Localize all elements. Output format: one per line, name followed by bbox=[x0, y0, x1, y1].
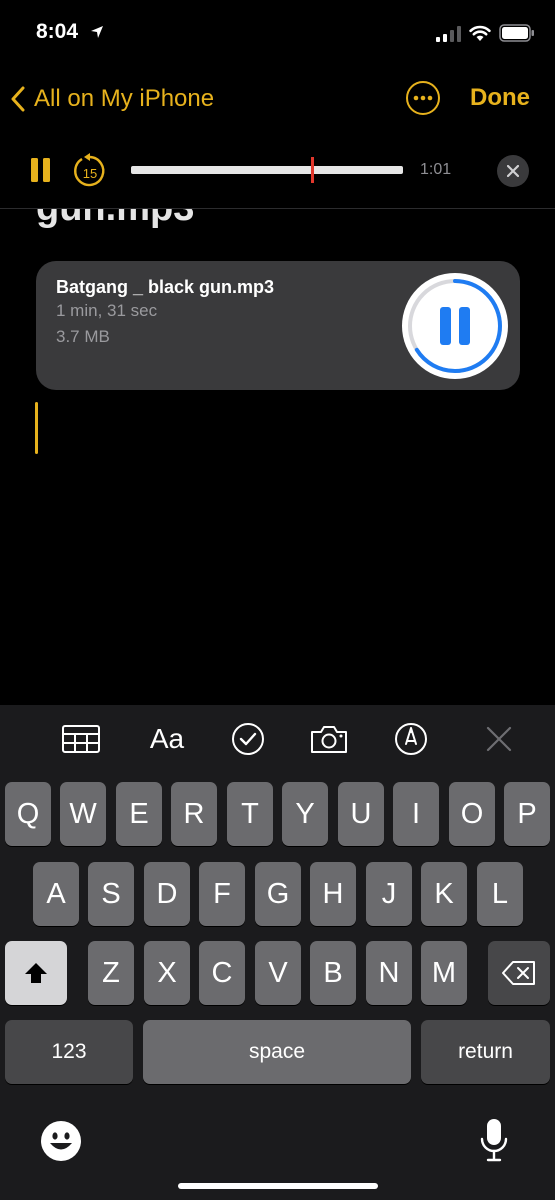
pause-icon[interactable] bbox=[30, 157, 52, 183]
chevron-left-icon bbox=[11, 86, 25, 112]
battery-icon bbox=[499, 24, 534, 42]
key-t[interactable]: T bbox=[227, 782, 273, 846]
table-icon bbox=[62, 725, 100, 753]
note-title[interactable]: gun.mp3 bbox=[36, 209, 194, 230]
scrubber-playhead[interactable] bbox=[311, 157, 314, 183]
attachment-duration: 1 min, 31 sec bbox=[56, 301, 158, 320]
key-l[interactable]: L bbox=[477, 862, 523, 926]
table-button[interactable] bbox=[58, 718, 104, 760]
emoji-icon[interactable] bbox=[40, 1120, 82, 1162]
microphone-icon[interactable] bbox=[478, 1117, 510, 1163]
shift-arrow-icon bbox=[25, 963, 47, 983]
back-label: All on My iPhone bbox=[34, 85, 215, 112]
key-u[interactable]: U bbox=[338, 782, 384, 846]
key-p[interactable]: P bbox=[504, 782, 550, 846]
key-i[interactable]: I bbox=[393, 782, 439, 846]
key-m[interactable]: M bbox=[421, 941, 467, 1005]
attachment-pause-button[interactable] bbox=[401, 272, 509, 380]
more-options-button[interactable] bbox=[406, 81, 440, 115]
key-w[interactable]: W bbox=[60, 782, 106, 846]
key-k[interactable]: K bbox=[421, 862, 467, 926]
key-j[interactable]: J bbox=[366, 862, 412, 926]
text-cursor bbox=[35, 402, 38, 454]
key-g[interactable]: G bbox=[255, 862, 301, 926]
key-y[interactable]: Y bbox=[282, 782, 328, 846]
ellipsis-icon bbox=[413, 95, 433, 101]
key-q[interactable]: Q bbox=[5, 782, 51, 846]
key-b[interactable]: B bbox=[310, 941, 356, 1005]
backspace-icon bbox=[502, 961, 535, 985]
key-o[interactable]: O bbox=[449, 782, 495, 846]
key-e[interactable]: E bbox=[116, 782, 162, 846]
key-v[interactable]: V bbox=[255, 941, 301, 1005]
key-d[interactable]: D bbox=[144, 862, 190, 926]
close-icon bbox=[486, 726, 512, 752]
skip-seconds: 15 bbox=[83, 166, 97, 181]
delete-key[interactable] bbox=[488, 941, 550, 1005]
camera-icon bbox=[311, 726, 347, 753]
markup-button[interactable] bbox=[390, 718, 432, 760]
attachment-file-name: Batgang _ black gun.mp3 bbox=[56, 277, 275, 297]
attachment-size: 3.7 MB bbox=[56, 327, 110, 346]
note-title-clip: gun.mp3 bbox=[0, 209, 555, 241]
checklist-button[interactable] bbox=[227, 718, 269, 760]
markup-icon bbox=[395, 723, 427, 755]
key-f[interactable]: F bbox=[199, 862, 245, 926]
cellular-signal-icon bbox=[436, 26, 461, 42]
key-x[interactable]: X bbox=[144, 941, 190, 1005]
scrubber-track[interactable] bbox=[131, 166, 403, 174]
close-player-button[interactable] bbox=[497, 155, 529, 187]
key-h[interactable]: H bbox=[310, 862, 356, 926]
format-button[interactable]: Aa bbox=[142, 718, 192, 760]
key-z[interactable]: Z bbox=[88, 941, 134, 1005]
shift-key[interactable] bbox=[5, 941, 67, 1005]
home-indicator[interactable] bbox=[178, 1183, 378, 1189]
key-s[interactable]: S bbox=[88, 862, 134, 926]
checklist-icon bbox=[232, 723, 264, 755]
key-n[interactable]: N bbox=[366, 941, 412, 1005]
return-key[interactable]: return bbox=[421, 1020, 550, 1084]
camera-button[interactable] bbox=[306, 718, 352, 760]
wifi-icon bbox=[469, 25, 491, 41]
key-c[interactable]: C bbox=[199, 941, 245, 1005]
status-time: 8:04 bbox=[36, 20, 79, 43]
key-a[interactable]: A bbox=[33, 862, 79, 926]
key-r[interactable]: R bbox=[171, 782, 217, 846]
skip-back-15-icon: 15 bbox=[74, 153, 105, 187]
space-key[interactable]: space bbox=[143, 1020, 411, 1084]
elapsed-time: 1:01 bbox=[420, 161, 452, 178]
numbers-key[interactable]: 123 bbox=[5, 1020, 133, 1084]
back-button[interactable]: All on My iPhone bbox=[10, 82, 214, 116]
done-button[interactable]: Done bbox=[470, 84, 530, 112]
location-arrow-icon bbox=[91, 26, 103, 38]
skip-back-button[interactable]: 15 bbox=[72, 152, 108, 195]
close-icon bbox=[507, 165, 519, 177]
dismiss-keyboard-button[interactable] bbox=[479, 718, 519, 760]
